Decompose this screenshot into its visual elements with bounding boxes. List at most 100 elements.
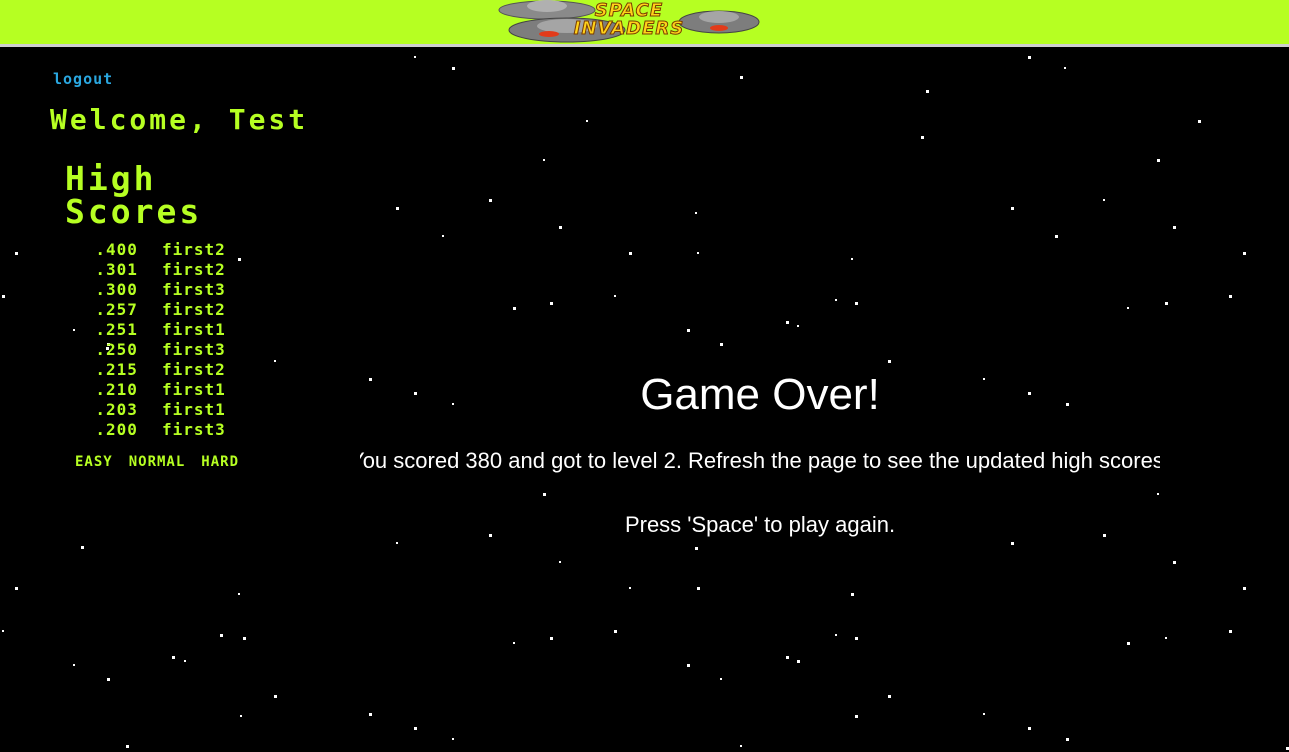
star [274,695,277,698]
star [107,678,110,681]
high-score-value: 203 [106,400,138,419]
star [559,226,562,229]
high-score-value: 300 [106,280,138,299]
star [1066,738,1069,741]
star [851,258,853,260]
high-score-player: first1 [162,320,226,339]
logout-link[interactable]: logout [53,70,113,88]
star [15,587,18,590]
star [73,329,75,331]
high-score-value: 257 [106,300,138,319]
star [513,642,515,644]
star [73,664,75,666]
star [740,745,742,747]
difficulty-easy-button[interactable]: EASY [75,454,113,470]
star [452,67,455,70]
game-page: SPACE INVADERS logout Welcome, Test High… [0,0,1289,752]
star [238,258,241,261]
high-score-item: .210 first1 [95,380,226,399]
star [614,295,616,297]
star [1157,159,1160,162]
star [513,307,516,310]
high-score-item: .250 first3 [95,340,226,359]
star [1198,120,1201,123]
star [697,252,699,254]
logo-title-line2: INVADERS [573,18,685,39]
star [1103,199,1105,201]
star [695,212,697,214]
star [851,593,854,596]
star [1127,307,1129,309]
star [855,715,858,718]
star [855,637,858,640]
star [1165,637,1167,639]
star [786,656,789,659]
star [1173,561,1176,564]
star [550,637,553,640]
star [2,295,5,298]
star [586,120,588,122]
star [1028,727,1031,730]
star [396,207,399,210]
space-invaders-logo: SPACE INVADERS [497,0,761,44]
high-score-item: .257 first2 [95,300,226,319]
star [720,678,722,680]
high-score-player: first3 [162,340,226,359]
star [15,252,18,255]
star [184,660,186,662]
star [740,76,743,79]
star [172,656,175,659]
high-score-player: first3 [162,420,226,439]
star [797,660,800,663]
star [1055,235,1058,238]
high-score-player: first1 [162,400,226,419]
high-score-value: 301 [106,260,138,279]
high-score-value: 210 [106,380,138,399]
star [835,634,837,636]
star [81,546,84,549]
welcome-heading: Welcome, Test [50,103,309,136]
star [543,159,545,161]
play-again-hint: Press 'Space' to play again. [624,512,896,537]
high-score-value: 200 [106,420,138,439]
star [855,302,858,305]
star [797,325,799,327]
star [835,299,837,301]
star [238,593,240,595]
star [489,199,492,202]
star [926,90,929,93]
high-scores-title-line1: High [65,159,157,198]
star [1028,56,1031,59]
star [1243,587,1246,590]
star [888,695,891,698]
difficulty-hard-button[interactable]: HARD [201,454,239,470]
star [414,56,416,58]
high-score-player: first3 [162,280,226,299]
star [1243,252,1246,255]
star [243,637,246,640]
high-score-player: first2 [162,300,226,319]
star [559,561,561,563]
high-score-item: .300 first3 [95,280,226,299]
star [220,634,223,637]
high-score-value: 400 [106,240,138,259]
game-over-message: You scored 380 and got to level 2. Refre… [360,448,1160,473]
star [442,235,444,237]
star [614,630,617,633]
star [1229,630,1232,633]
game-canvas[interactable]: Game Over! You scored 380 and got to lev… [360,360,1160,560]
star [550,302,553,305]
star [240,715,242,717]
high-scores-list: .400 first2 .301 first2 .300 first3 .257 fir… [88,240,226,440]
difficulty-normal-button[interactable]: NORMAL [129,454,186,470]
star [414,727,417,730]
high-score-value: 250 [106,340,138,359]
star [629,252,632,255]
header-bar: SPACE INVADERS [0,0,1289,47]
high-score-player: first1 [162,380,226,399]
star [126,745,129,748]
high-score-player: first2 [162,240,226,259]
star [697,587,700,590]
star [452,738,454,740]
high-score-item: .251 first1 [95,320,226,339]
